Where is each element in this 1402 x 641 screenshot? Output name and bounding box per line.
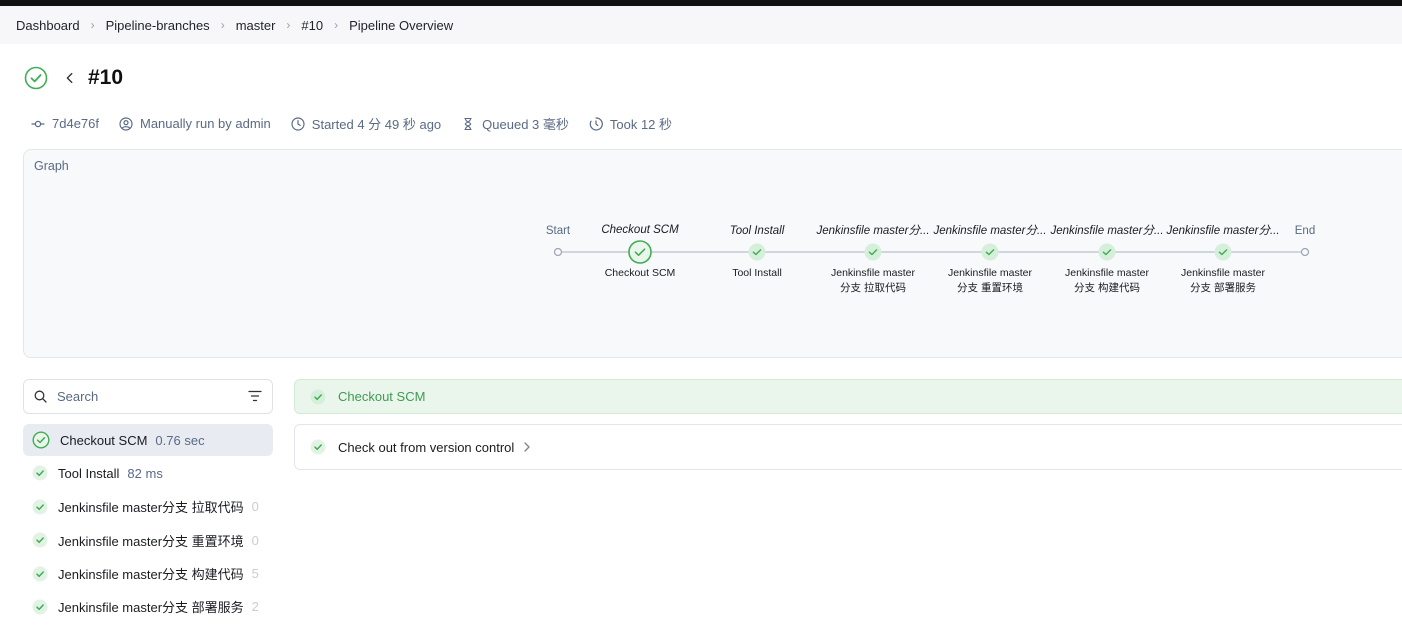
success-icon <box>32 465 48 481</box>
graph-stage-top-label: Jenkinsfile master分... <box>1165 224 1279 237</box>
graph-stage-node[interactable] <box>1214 243 1232 261</box>
stage-duration: 2 <box>251 599 259 615</box>
success-icon <box>32 532 48 548</box>
graph-stage-top-label: Jenkinsfile master分... <box>932 224 1046 237</box>
pipeline-graph-canvas: Start End Checkout SCM Checkout SCM Tool Ins… <box>546 224 1315 294</box>
success-icon <box>310 439 326 455</box>
trigger-info: Manually run by admin <box>119 116 271 131</box>
chevron-right-icon: › <box>286 18 291 32</box>
queued-text: Queued 3 毫秒 <box>482 117 569 132</box>
chevron-right-icon: › <box>334 18 339 32</box>
graph-end-label: End <box>1295 225 1315 237</box>
stage-duration: 82 ms <box>127 465 163 481</box>
graph-stage-node[interactable] <box>628 240 652 264</box>
success-icon <box>32 566 48 582</box>
user-icon <box>119 116 133 131</box>
graph-end-node <box>1300 247 1310 257</box>
stage-duration: 0.76 sec <box>155 432 205 448</box>
back-icon[interactable] <box>62 70 78 86</box>
run-title-row: #10 <box>24 66 123 90</box>
breadcrumb-pipeline-branches[interactable]: Pipeline-branches <box>106 18 210 33</box>
chevron-right-icon <box>524 442 530 452</box>
graph-stage-bottom-label-2: 分支 重置环境 <box>957 281 1023 294</box>
graph-stage-bottom-label: Jenkinsfile master <box>1181 267 1266 279</box>
stage-name: Jenkinsfile master分支 部署服务 <box>58 600 244 616</box>
graph-start-node <box>553 247 563 257</box>
graph-stage-node[interactable] <box>864 243 882 261</box>
success-icon <box>32 431 50 449</box>
selected-stage-header: Checkout SCM <box>294 379 1402 414</box>
step-row[interactable]: Check out from version control <box>294 424 1402 470</box>
commit-link[interactable]: 7d4e76f <box>31 116 99 131</box>
graph-stage-bottom-label: Jenkinsfile master <box>1065 267 1150 279</box>
pipeline-graph: Graph Start End Checkout SCM Checkout SCM To… <box>23 149 1402 358</box>
breadcrumb: Dashboard › Pipeline-branches › master ›… <box>0 6 1402 44</box>
stage-name: Tool Install <box>58 465 120 481</box>
graph-stage-node[interactable] <box>981 243 999 261</box>
stage-duration: 5 <box>251 566 259 582</box>
stage-item[interactable]: Jenkinsfile master分支 部署服务 2 <box>23 591 273 623</box>
graph-stage-bottom-label: Tool Install <box>732 267 782 279</box>
graph-stage-top-label: Jenkinsfile master分... <box>1049 224 1163 237</box>
graph-stage-top-label: Checkout SCM <box>601 224 679 236</box>
stage-item[interactable]: Jenkinsfile master分支 构建代码 5 <box>23 558 273 590</box>
hourglass-icon <box>464 117 472 130</box>
graph-stage-bottom-label: Jenkinsfile master <box>948 267 1033 279</box>
commit-hash: 7d4e76f <box>52 116 99 131</box>
stage-item[interactable]: Jenkinsfile master分支 重置环境 0 <box>23 524 273 556</box>
started-text: Started 4 分 49 秒 ago <box>311 117 442 132</box>
breadcrumb-master[interactable]: master <box>236 18 276 33</box>
breadcrumb-dashboard[interactable]: Dashboard <box>16 18 80 33</box>
commit-icon <box>31 120 45 127</box>
stage-list: Checkout SCM 0.76 sec Tool Install 82 ms Jen… <box>23 424 273 624</box>
success-status-icon <box>24 66 48 90</box>
duration-text: Took 12 秒 <box>609 117 673 132</box>
chevron-right-icon: › <box>220 18 225 32</box>
success-icon <box>310 389 326 404</box>
graph-stage-node[interactable] <box>1098 243 1116 261</box>
filter-icon[interactable] <box>248 390 262 402</box>
graph-start-label: Start <box>546 225 571 237</box>
breadcrumb-pipeline-overview[interactable]: Pipeline Overview <box>349 18 453 33</box>
stage-name: Jenkinsfile master分支 拉取代码 <box>58 500 244 516</box>
stage-name: Jenkinsfile master分支 构建代码 <box>58 567 244 583</box>
stage-item[interactable]: Tool Install 82 ms <box>23 457 273 489</box>
step-name: Check out from version control <box>338 439 515 455</box>
stage-item[interactable]: Jenkinsfile master分支 拉取代码 0 <box>23 491 273 523</box>
success-icon <box>32 599 48 615</box>
timer-icon <box>589 116 603 131</box>
search-input[interactable] <box>57 389 227 404</box>
page-title: #10 <box>88 66 124 89</box>
graph-stage-bottom-label-2: 分支 拉取代码 <box>840 281 906 294</box>
stage-item[interactable]: Checkout SCM 0.76 sec <box>23 424 273 456</box>
graph-stage-node[interactable] <box>748 243 766 261</box>
started-info: Started 4 分 49 秒 ago <box>291 114 441 133</box>
stage-search <box>23 379 273 414</box>
run-meta: 7d4e76f Manually run by admin Started 4 … <box>31 114 692 133</box>
stage-duration: 0 <box>251 499 259 515</box>
breadcrumb-run[interactable]: #10 <box>301 18 323 33</box>
search-icon <box>34 390 47 403</box>
graph-stage-bottom-label-2: 分支 构建代码 <box>1074 281 1140 294</box>
stage-duration: 0 <box>251 532 259 548</box>
duration-info: Took 12 秒 <box>589 114 672 133</box>
selected-stage-title: Checkout SCM <box>338 389 426 404</box>
stage-name: Jenkinsfile master分支 重置环境 <box>58 533 244 549</box>
graph-stage-top-label: Tool Install <box>730 225 785 237</box>
stage-name: Checkout SCM <box>60 432 148 448</box>
trigger-text: Manually run by admin <box>140 116 271 131</box>
clock-icon <box>291 116 305 131</box>
queued-info: Queued 3 毫秒 <box>461 114 569 133</box>
graph-stage-bottom-label-2: 分支 部署服务 <box>1190 281 1256 294</box>
graph-stage-top-label: Jenkinsfile master分... <box>815 224 929 237</box>
chevron-right-icon: › <box>90 18 95 32</box>
success-icon <box>32 499 48 515</box>
graph-stage-bottom-label: Checkout SCM <box>605 267 676 279</box>
graph-stage-bottom-label: Jenkinsfile master <box>831 267 916 279</box>
